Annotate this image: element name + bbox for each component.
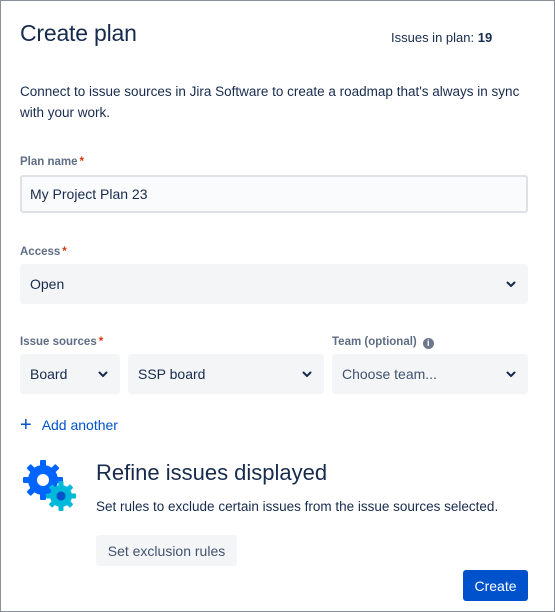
set-exclusion-rules-button[interactable]: Set exclusion rules — [96, 535, 237, 566]
page-title: Create plan — [20, 20, 137, 46]
issues-in-plan-count: 19 — [477, 30, 493, 45]
plan-name-label: Plan name * — [20, 156, 84, 168]
refine-issues-title: Refine issues displayed — [96, 460, 328, 485]
issue-sources-label-text: Issue sources — [20, 336, 97, 348]
issue-sources-label: Issue sources * — [20, 336, 103, 348]
source-type-value: Board — [30, 366, 68, 382]
chevron-down-icon — [302, 371, 312, 377]
add-another-button[interactable]: + Add another — [20, 414, 118, 436]
plan-name-input[interactable]: My Project Plan 23 — [20, 175, 528, 213]
team-label-text: Team (optional) — [332, 336, 417, 348]
add-another-label: Add another — [41, 417, 118, 433]
create-button[interactable]: Create — [463, 570, 528, 601]
plus-icon: + — [20, 414, 32, 436]
info-icon[interactable]: i — [422, 338, 434, 349]
access-selected-value: Open — [30, 276, 65, 292]
chevron-down-icon — [506, 281, 516, 287]
source-select[interactable]: SSP board — [128, 354, 324, 394]
issues-in-plan: Issues in plan: 19 — [391, 30, 492, 45]
refine-issues-description: Set rules to exclude certain issues from… — [96, 499, 499, 514]
gears-illustration — [23, 460, 76, 511]
required-marker: * — [79, 156, 85, 168]
source-value: SSP board — [138, 366, 206, 382]
access-label-text: Access — [20, 246, 61, 258]
create-plan-dialog: Create plan Issues in plan: 19 Connect t… — [0, 0, 555, 612]
team-placeholder: Choose team... — [342, 366, 437, 382]
plan-name-value: My Project Plan 23 — [30, 186, 148, 202]
source-type-select[interactable]: Board — [20, 354, 120, 394]
required-marker: * — [98, 336, 104, 348]
access-select[interactable]: Open — [20, 264, 528, 304]
chevron-down-icon — [506, 371, 516, 377]
access-label: Access * — [20, 246, 67, 258]
team-label: Team (optional) i — [332, 336, 434, 349]
plan-name-label-text: Plan name — [20, 156, 78, 168]
issues-in-plan-label: Issues in plan: — [391, 30, 475, 45]
chevron-down-icon — [98, 371, 108, 377]
required-marker: * — [62, 246, 67, 258]
team-select[interactable]: Choose team... — [332, 354, 528, 394]
page-description: Connect to issue sources in Jira Softwar… — [20, 84, 520, 120]
